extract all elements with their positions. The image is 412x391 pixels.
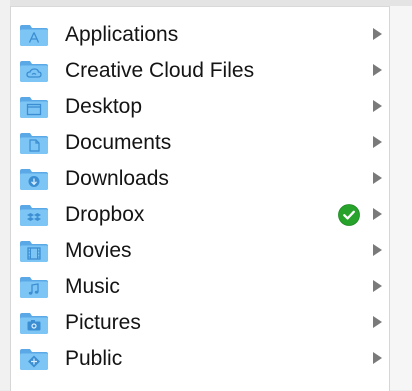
list-item-pictures[interactable]: Pictures (11, 304, 389, 340)
sync-status-checkmark-icon (338, 204, 360, 226)
list-item-public[interactable]: Public (11, 340, 389, 376)
disclosure-arrow-icon (373, 280, 382, 292)
disclosure-arrow-icon (373, 208, 382, 220)
item-label: Pictures (65, 311, 141, 334)
disclosure-arrow-icon (373, 28, 382, 40)
disclosure-arrow-icon (373, 172, 382, 184)
item-label: Desktop (65, 95, 143, 118)
item-label: Applications (65, 23, 179, 46)
disclosure-arrow-icon (373, 316, 382, 328)
pictures-folder-icon (20, 313, 48, 334)
item-label: Creative Cloud Files (65, 59, 255, 82)
list-item-downloads[interactable]: Downloads (11, 160, 389, 196)
disclosure-arrow-icon (373, 244, 382, 256)
disclosure-arrow-icon (373, 136, 382, 148)
next-column-area (390, 6, 412, 390)
dropbox-folder-icon (20, 205, 48, 226)
item-label: Documents (65, 131, 172, 154)
list-item-applications[interactable]: Applications (11, 16, 389, 52)
disclosure-arrow-icon (373, 64, 382, 76)
list-item-dropbox[interactable]: Dropbox (11, 196, 389, 232)
finder-column-list: Applications Creative Cloud Files Deskto… (10, 6, 390, 391)
item-label: Movies (65, 239, 132, 262)
list-item-music[interactable]: Music (11, 268, 389, 304)
list-item-creative-cloud-files[interactable]: Creative Cloud Files (11, 52, 389, 88)
public-folder-icon (20, 349, 48, 370)
left-column-edge (0, 0, 10, 390)
list-item-documents[interactable]: Documents (11, 124, 389, 160)
item-label: Downloads (65, 167, 169, 190)
movies-folder-icon (20, 241, 48, 262)
downloads-folder-icon (20, 169, 48, 190)
documents-folder-icon (20, 133, 48, 154)
music-folder-icon (20, 277, 48, 298)
creative-cloud-folder-icon (20, 61, 48, 82)
item-label: Dropbox (65, 203, 145, 226)
disclosure-arrow-icon (373, 100, 382, 112)
item-label: Public (65, 347, 123, 370)
disclosure-arrow-icon (373, 352, 382, 364)
applications-folder-icon (20, 25, 48, 46)
list-item-movies[interactable]: Movies (11, 232, 389, 268)
item-label: Music (65, 275, 120, 298)
desktop-folder-icon (20, 97, 48, 118)
list-item-desktop[interactable]: Desktop (11, 88, 389, 124)
